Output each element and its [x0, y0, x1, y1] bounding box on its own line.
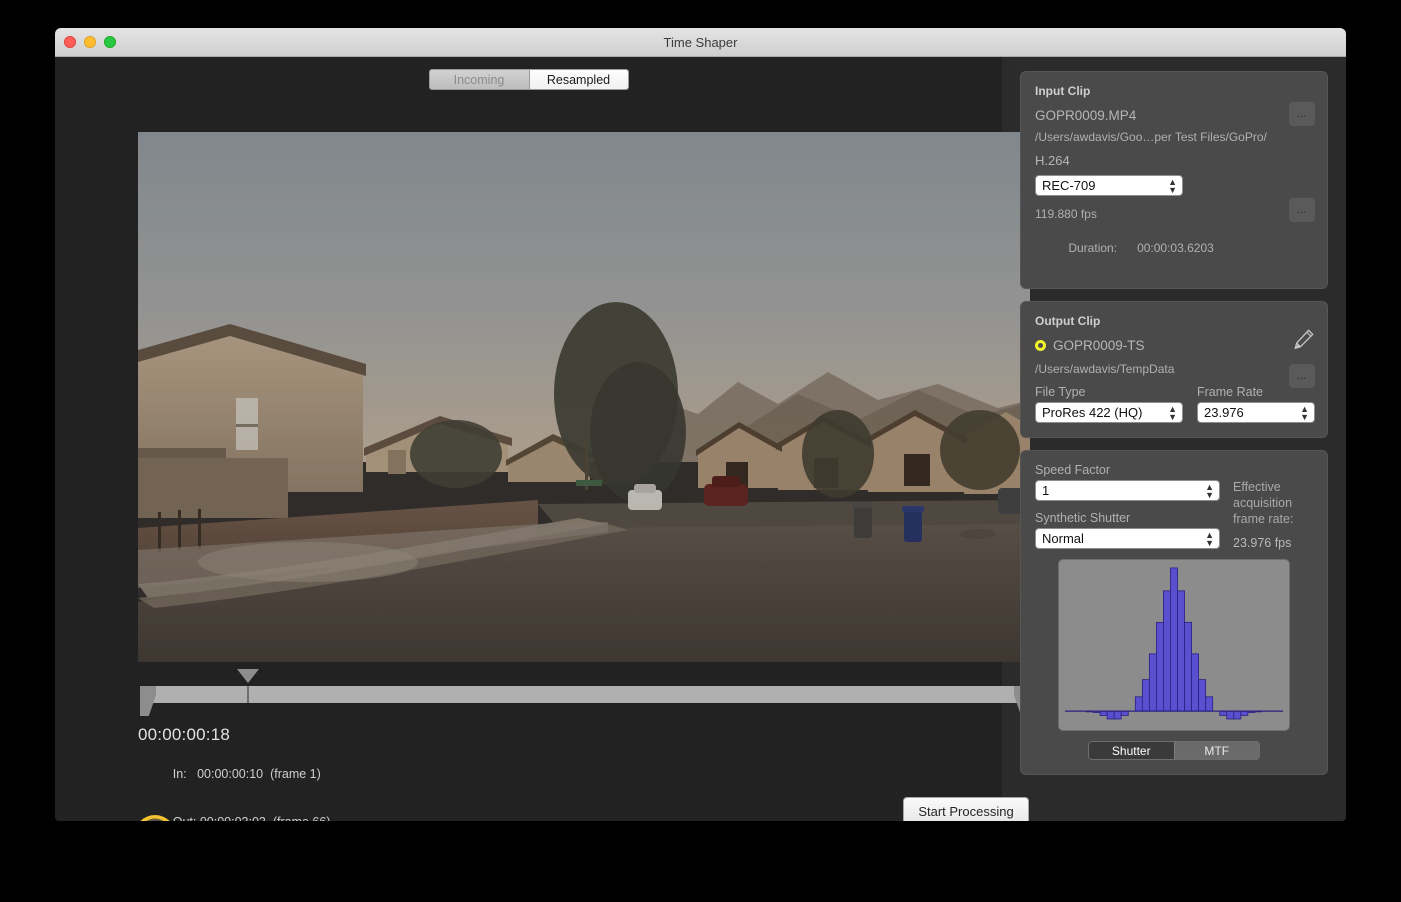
ellipsis-icon: …	[1295, 204, 1309, 216]
app-body: Incoming Resampled 00:00:00:18 In: 00:00…	[55, 57, 1346, 821]
in-label: In:	[172, 767, 187, 781]
window-titlebar: Time Shaper	[55, 28, 1346, 57]
preview-tabs: Incoming Resampled	[55, 57, 1002, 90]
ellipsis-icon: …	[1295, 370, 1309, 382]
file-type-field: File Type ProRes 422 (HQ) ▲ ▼	[1035, 385, 1183, 423]
tab-resampled[interactable]: Resampled	[528, 70, 628, 89]
file-type-label: File Type	[1035, 385, 1086, 399]
edit-pencil-icon[interactable]	[1293, 328, 1315, 350]
start-processing-button[interactable]: Start Processing	[903, 797, 1029, 821]
chevron-updown-icon: ▲ ▼	[1205, 529, 1214, 548]
video-frame-image	[138, 132, 1030, 662]
tab-incoming[interactable]: Incoming	[429, 70, 529, 89]
shutter-controls-row: Speed Factor 1 ▲ ▼ Synthetic Shutter Norm…	[1035, 463, 1313, 551]
input-clip-panel: Input Clip GOPR0009.MP4 /Users/awdavis/G…	[1020, 71, 1328, 289]
playhead-handle-icon[interactable]	[237, 669, 259, 683]
effective-label-line3: frame rate:	[1233, 512, 1294, 526]
chevron-updown-icon: ▲ ▼	[1205, 481, 1214, 500]
input-duration-label: Duration:	[1068, 241, 1118, 255]
timeline-track[interactable]	[140, 686, 1030, 703]
minimize-button-icon[interactable]	[84, 36, 96, 48]
window-controls	[64, 36, 116, 48]
frame-rate-field: Frame Rate 23.976 ▲ ▼	[1197, 385, 1315, 423]
input-codec: H.264	[1035, 153, 1070, 168]
synthetic-shutter-label: Synthetic Shutter	[1035, 511, 1131, 525]
close-button-icon[interactable]	[64, 36, 76, 48]
effective-frame-rate-value: 23.976 fps	[1233, 536, 1292, 550]
trim-in-handle[interactable]	[140, 686, 156, 716]
tab-mtf[interactable]: MTF	[1173, 742, 1259, 759]
effective-label-line1: Effective	[1233, 480, 1281, 494]
maximize-button-icon[interactable]	[104, 36, 116, 48]
video-preview[interactable]	[138, 132, 1030, 662]
chevron-updown-icon: ▲ ▼	[1168, 403, 1177, 422]
input-clip-title: Input Clip	[1035, 84, 1091, 98]
window-title: Time Shaper	[663, 34, 738, 50]
output-path: /Users/awdavis/TempData	[1035, 362, 1175, 376]
speed-factor-value: 1	[1042, 483, 1050, 498]
in-value: 00:00:00:10	[197, 767, 264, 781]
app-window: Time Shaper Incoming Resampled 00:00:00:…	[55, 28, 1346, 821]
tessive-logo-graphic: TESSIVE ®	[140, 815, 170, 821]
colorspace-select[interactable]: REC-709 ▲ ▼	[1035, 175, 1183, 196]
output-name-row: GOPR0009-TS	[1035, 338, 1313, 353]
effective-frame-rate-block: Effective acquisition frame rate: 23.976…	[1233, 463, 1313, 551]
shutter-response-chart	[1058, 559, 1290, 731]
input-duration-value: 00:00:03.6203	[1137, 241, 1214, 255]
file-type-select[interactable]: ProRes 422 (HQ) ▲ ▼	[1035, 402, 1183, 423]
output-browse-button[interactable]: …	[1289, 364, 1315, 388]
file-type-value: ProRes 422 (HQ)	[1042, 405, 1143, 420]
ellipsis-icon: …	[1295, 108, 1309, 120]
input-file-name: GOPR0009.MP4	[1035, 108, 1137, 123]
current-timecode: 00:00:00:18	[138, 725, 231, 744]
tessive-logo: TESSIVE ®	[127, 814, 342, 821]
speed-factor-select[interactable]: 1 ▲ ▼	[1035, 480, 1220, 501]
shutter-histogram	[1064, 567, 1284, 720]
in-point-row: In: 00:00:00:10 (frame 1)	[138, 750, 371, 798]
colorspace-value: REC-709	[1042, 178, 1096, 193]
output-selected-radio-icon[interactable]	[1035, 340, 1046, 351]
in-frame: (frame 1)	[270, 767, 321, 781]
effective-label-line2: acquisition	[1233, 496, 1293, 510]
input-fps: 119.880 fps	[1035, 207, 1097, 221]
output-fields: File Type ProRes 422 (HQ) ▲ ▼ Frame Rate …	[1035, 385, 1315, 423]
input-file-path: /Users/awdavis/Goo…per Test Files/GoPro/	[1035, 130, 1267, 144]
timeline-scrubber[interactable]	[140, 669, 1030, 716]
timecode-info: 00:00:00:18 In: 00:00:00:10 (frame 1) Ou…	[138, 725, 371, 821]
settings-pane: Input Clip GOPR0009.MP4 /Users/awdavis/G…	[1002, 57, 1346, 821]
shutter-selects: Speed Factor 1 ▲ ▼ Synthetic Shutter Norm…	[1035, 463, 1221, 551]
chevron-updown-icon: ▲ ▼	[1300, 403, 1309, 422]
output-clip-panel: Output Clip GOPR0009-TS /Users/awdavis/T…	[1020, 301, 1328, 438]
tab-shutter[interactable]: Shutter	[1089, 742, 1174, 759]
input-browse-button[interactable]: …	[1289, 102, 1315, 126]
output-clip-name: GOPR0009-TS	[1053, 338, 1145, 353]
shutter-panel: Speed Factor 1 ▲ ▼ Synthetic Shutter Norm…	[1020, 450, 1328, 775]
colorspace-select-wrap: REC-709 ▲ ▼	[1035, 175, 1183, 196]
frame-rate-value: 23.976	[1204, 405, 1244, 420]
chart-mode-tabs: Shutter MTF	[1088, 741, 1260, 760]
chevron-updown-icon: ▲ ▼	[1168, 176, 1177, 195]
output-clip-title: Output Clip	[1035, 314, 1101, 328]
playhead-line	[247, 686, 249, 703]
input-duration-row: Duration: 00:00:03.6203	[1035, 223, 1313, 274]
synthetic-shutter-select[interactable]: Normal ▲ ▼	[1035, 528, 1220, 549]
preview-pane: Incoming Resampled 00:00:00:18 In: 00:00…	[55, 57, 1030, 821]
speed-factor-label: Speed Factor	[1035, 463, 1111, 477]
synthetic-shutter-value: Normal	[1042, 531, 1084, 546]
input-info-button[interactable]: …	[1289, 198, 1315, 222]
frame-rate-select[interactable]: 23.976 ▲ ▼	[1197, 402, 1315, 423]
